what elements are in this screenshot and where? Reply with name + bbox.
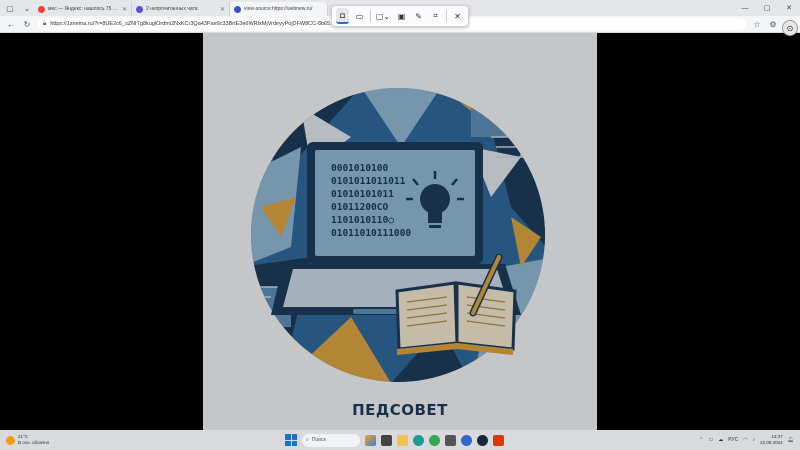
file-explorer-icon[interactable] bbox=[397, 434, 408, 446]
steam-icon[interactable] bbox=[477, 434, 488, 446]
text-scan-icon: ⌗ bbox=[433, 11, 438, 20]
edge-browser-icon[interactable] bbox=[413, 434, 424, 446]
tray-overflow-icon[interactable]: ⌃ bbox=[699, 437, 703, 443]
close-snip-button[interactable]: ✕ bbox=[451, 8, 464, 24]
browser-tab-1[interactable]: мес — Яндекс: нашлось 75 млн ✕ bbox=[34, 2, 132, 16]
close-tab-icon[interactable]: ✕ bbox=[122, 6, 127, 13]
windows-start-icon[interactable] bbox=[285, 434, 297, 446]
cloud-icon[interactable]: ☁ bbox=[718, 437, 723, 443]
video-mode-button[interactable]: ▭ bbox=[353, 8, 366, 24]
open-book-icon bbox=[395, 281, 517, 355]
store-icon[interactable] bbox=[445, 434, 456, 446]
chat-favicon-icon bbox=[136, 5, 143, 13]
shape-select-button[interactable]: ▢⌄ bbox=[375, 8, 391, 24]
lock-icon: 🔒︎ bbox=[43, 20, 47, 27]
tab-title: 2 непрочитанных чата bbox=[146, 6, 198, 12]
binary-line: 0101011011011 bbox=[331, 176, 406, 187]
search-placeholder: Поиск bbox=[311, 437, 326, 443]
clock-date: 22.08.2024 bbox=[760, 440, 783, 445]
language-indicator[interactable]: РУС bbox=[728, 437, 738, 443]
extensions-icon[interactable]: ⚙ bbox=[768, 19, 778, 29]
toolbar-separator bbox=[446, 10, 447, 22]
close-icon: ✕ bbox=[454, 11, 461, 21]
weather-desc: В осн. облачно bbox=[18, 440, 50, 445]
sun-icon bbox=[6, 435, 15, 445]
system-tray: ⌃ ▭ ☁ РУС ◠ ♪ 13:37 22.08.2024 🔔︎ bbox=[699, 432, 794, 448]
binary-line: 01011200CO bbox=[331, 202, 388, 213]
back-icon[interactable]: ← bbox=[6, 19, 16, 29]
tab-actions-icon[interactable]: ▢ bbox=[3, 1, 17, 15]
page-viewport: 0001010100 0101011011011 01010101011 010112… bbox=[0, 33, 800, 430]
taskbar-apps: ⌕ Поиск bbox=[285, 432, 504, 448]
source-favicon-icon bbox=[234, 5, 241, 13]
pedsovet-illustration: 0001010100 0101011011011 01010101011 010112… bbox=[251, 88, 545, 382]
tab-search-icon[interactable]: ⌄ bbox=[20, 1, 34, 15]
close-window-icon[interactable]: ✕ bbox=[778, 0, 800, 16]
window-controls: — ▢ ✕ bbox=[734, 0, 800, 16]
pen-icon: ✎ bbox=[415, 11, 422, 21]
tab-title: view-source:https://webnew.ru/ bbox=[244, 6, 313, 12]
binary-line: 01010101011 bbox=[331, 189, 394, 200]
chrome-icon[interactable] bbox=[429, 434, 440, 446]
close-tab-icon[interactable]: ✕ bbox=[220, 6, 225, 13]
screenshot-mode-button[interactable]: ◘ bbox=[336, 8, 350, 24]
image-viewer: 0001010100 0101011011011 01010101011 010112… bbox=[203, 33, 597, 430]
favorite-star-icon[interactable]: ☆ bbox=[752, 19, 762, 29]
browser-tab-3[interactable]: view-source:https://webnew.ru/ bbox=[230, 2, 328, 16]
pen-button[interactable]: ✎ bbox=[412, 8, 425, 24]
volume-icon[interactable]: ♪ bbox=[753, 437, 756, 443]
taskbar-search-input[interactable]: ⌕ Поиск bbox=[302, 433, 360, 447]
binary-line: 01011010111000 bbox=[331, 228, 411, 239]
weather-text: 21°C В осн. облачно bbox=[18, 434, 49, 446]
brand-title: ПЕДСОВЕТ bbox=[352, 401, 448, 419]
window-mode-button[interactable]: ▣ bbox=[395, 8, 408, 24]
toolbar-separator bbox=[370, 10, 371, 22]
text-extract-button[interactable]: ⌗ bbox=[429, 8, 442, 24]
window-capture-icon: ▣ bbox=[397, 11, 406, 21]
weather-widget[interactable]: 21°C В осн. облачно bbox=[6, 434, 96, 446]
wifi-icon[interactable]: ◠ bbox=[743, 437, 747, 443]
yandex-favicon-icon bbox=[38, 5, 45, 13]
taskbar: 21°C В осн. облачно ⌕ Поиск ⌃ ▭ ☁ РУС ◠ … bbox=[0, 430, 800, 450]
network-icon[interactable]: ▭ bbox=[708, 437, 713, 443]
copilot-icon[interactable] bbox=[365, 434, 376, 446]
yandex-browser-icon[interactable] bbox=[461, 434, 472, 446]
video-icon: ▭ bbox=[355, 11, 364, 21]
camera-icon: ◘ bbox=[340, 10, 345, 20]
rectangle-icon: ▢⌄ bbox=[375, 11, 391, 21]
profile-avatar-icon[interactable]: ⊙ bbox=[782, 20, 798, 36]
browser-tab-2[interactable]: 2 непрочитанных чата ✕ bbox=[132, 2, 230, 16]
maximize-icon[interactable]: ▢ bbox=[756, 0, 778, 16]
notifications-icon[interactable]: 🔔︎ bbox=[788, 437, 794, 443]
url-text: https://1snema.ru/?r=8UE2c6_sZNITg8kuglO… bbox=[50, 21, 335, 27]
snipping-toolbar: ◘ ▭ ▢⌄ ▣ ✎ ⌗ ✕ bbox=[331, 5, 469, 27]
minimize-icon[interactable]: — bbox=[734, 0, 756, 16]
task-view-icon[interactable] bbox=[381, 434, 392, 446]
search-icon: ⌕ bbox=[306, 437, 309, 443]
clock[interactable]: 13:37 22.08.2024 bbox=[760, 434, 783, 446]
tab-title: мес — Яндекс: нашлось 75 млн bbox=[48, 6, 119, 12]
binary-line: 1101010110○ bbox=[331, 215, 394, 226]
binary-line: 0001010100 bbox=[331, 163, 388, 174]
reload-icon[interactable]: ↻ bbox=[22, 19, 32, 29]
office-icon[interactable] bbox=[493, 434, 504, 446]
